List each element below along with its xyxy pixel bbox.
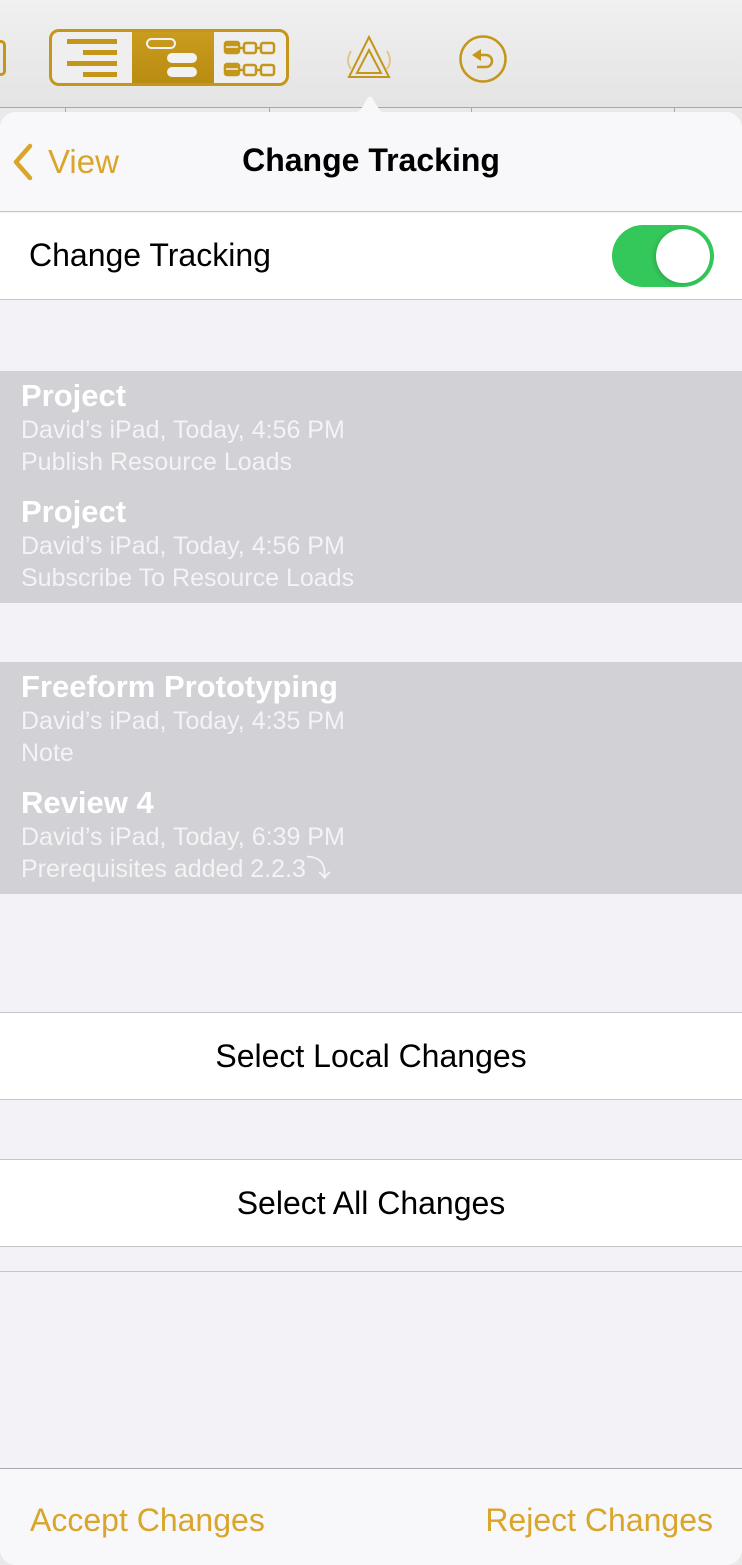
select-all-changes-label: Select All Changes: [236, 1184, 506, 1221]
change-description: Subscribe To Resource Loads: [21, 564, 355, 592]
accept-changes-button[interactable]: Accept Changes: [30, 1502, 265, 1539]
select-local-changes-button[interactable]: Select Local Changes: [0, 1012, 742, 1100]
change-item[interactable]: Review 4 David’s iPad, Today, 6:39 PM Pr…: [0, 778, 742, 894]
change-item[interactable]: Project David’s iPad, Today, 4:56 PM Sub…: [0, 487, 742, 603]
change-tracking-toggle[interactable]: [612, 225, 714, 287]
change-meta: David’s iPad, Today, 4:56 PM: [21, 416, 345, 444]
change-meta: David’s iPad, Today, 4:56 PM: [21, 532, 345, 560]
navigation-bar: View Change Tracking: [0, 112, 742, 212]
change-tracking-icon[interactable]: [343, 33, 395, 81]
hierarchy-icon: [146, 37, 197, 77]
outline-icon: [67, 38, 117, 77]
change-title: Project: [21, 494, 127, 529]
change-item[interactable]: Project David’s iPad, Today, 4:56 PM Pub…: [0, 371, 742, 487]
outline-view-button[interactable]: [52, 32, 132, 83]
change-description: Note: [21, 739, 74, 767]
select-local-changes-label: Select Local Changes: [215, 1037, 527, 1074]
hierarchy-view-button[interactable]: [132, 32, 214, 83]
change-meta: David’s iPad, Today, 4:35 PM: [21, 707, 345, 735]
toggle-knob: [656, 229, 710, 283]
page-title: Change Tracking: [242, 142, 500, 178]
change-item[interactable]: Freeform Prototyping David’s iPad, Today…: [0, 662, 742, 778]
select-all-changes-button[interactable]: Select All Changes: [0, 1159, 742, 1247]
change-title: Freeform Prototyping: [21, 669, 338, 704]
partial-toolbar-icon[interactable]: [0, 40, 6, 76]
network-view-button[interactable]: [214, 32, 286, 83]
change-description: Prerequisites added 2.2.3⤵: [21, 855, 331, 883]
change-tracking-row: Change Tracking: [0, 213, 742, 300]
undo-icon[interactable]: [458, 34, 508, 84]
change-meta: David’s iPad, Today, 6:39 PM: [21, 823, 345, 851]
change-tracking-label: Change Tracking: [29, 237, 271, 273]
change-tracking-popover: View Change Tracking Change Tracking Pro…: [0, 112, 742, 1565]
change-group: Project David’s iPad, Today, 4:56 PM Pub…: [0, 371, 742, 603]
bottom-toolbar: Accept Changes Reject Changes: [0, 1468, 742, 1565]
view-mode-segmented-control: [49, 29, 289, 86]
network-icon: [223, 40, 276, 76]
reject-changes-button[interactable]: Reject Changes: [485, 1502, 713, 1539]
change-description: Publish Resource Loads: [21, 448, 292, 476]
separator: [0, 1271, 742, 1272]
change-group: Freeform Prototyping David’s iPad, Today…: [0, 662, 742, 894]
change-title: Project: [21, 378, 127, 413]
change-title: Review 4: [21, 785, 154, 820]
